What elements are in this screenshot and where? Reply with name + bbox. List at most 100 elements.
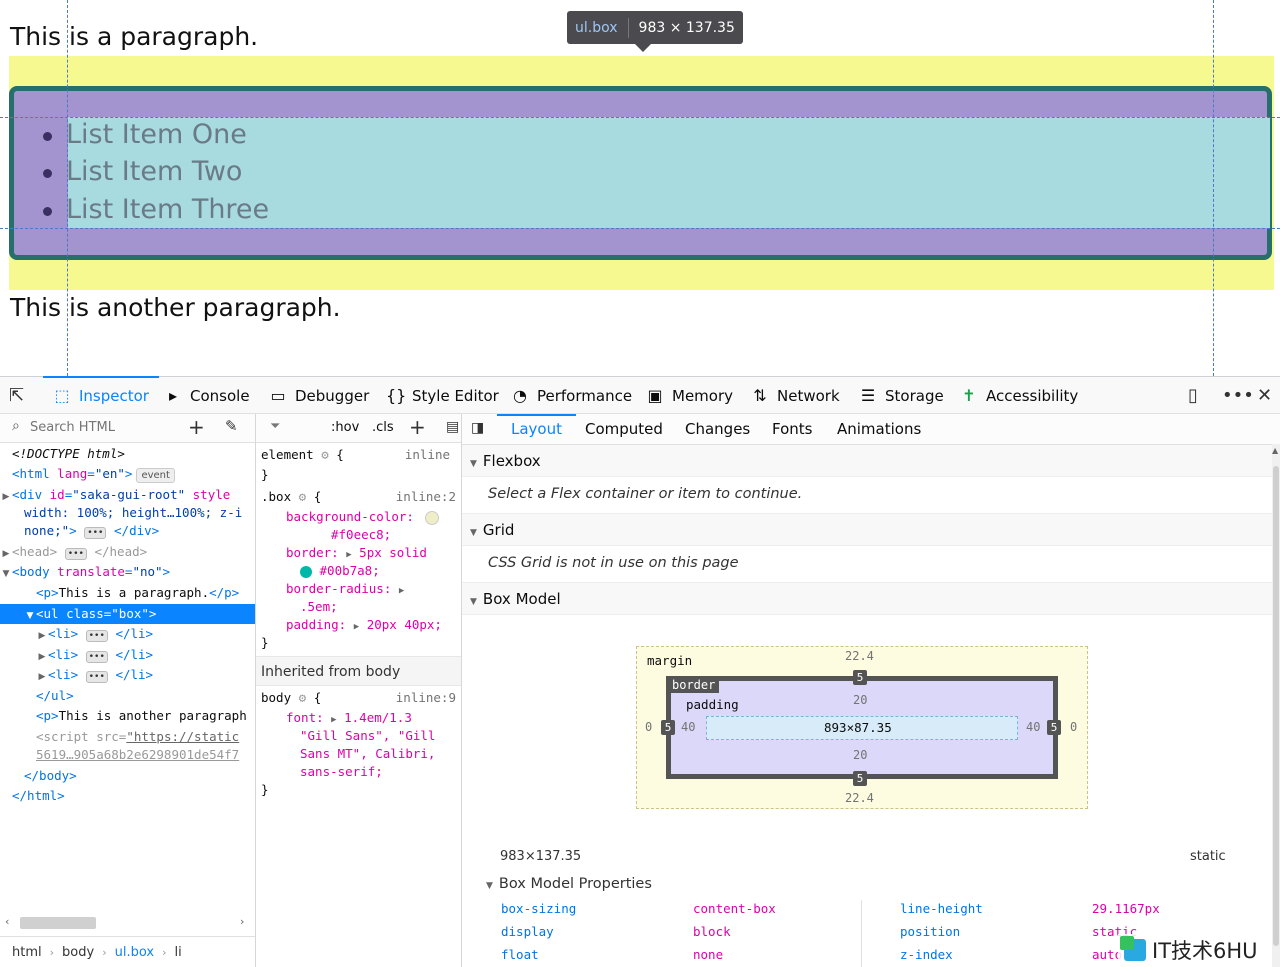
- property-value[interactable]: 20px 40px;: [367, 617, 442, 632]
- rule-box[interactable]: .box ⚙ { inline:2: [261, 488, 456, 506]
- responsive-design-icon[interactable]: ▯: [1188, 377, 1198, 414]
- tab-console[interactable]: ▸ Console: [164, 377, 250, 414]
- margin-right-value[interactable]: 0: [1070, 720, 1077, 734]
- boxmodel-section-header[interactable]: ▼ Box Model: [462, 583, 1272, 615]
- decl-padding[interactable]: padding: ▶ 20px 40px;: [286, 616, 442, 634]
- padding-bottom-value[interactable]: 20: [853, 748, 867, 762]
- scroll-right-icon[interactable]: ›: [240, 915, 244, 928]
- tab-style-editor[interactable]: {} Style Editor: [386, 377, 499, 414]
- tab-animations[interactable]: Animations: [837, 414, 921, 444]
- expand-triangle-icon[interactable]: ▶: [331, 715, 336, 725]
- color-swatch[interactable]: [425, 510, 440, 525]
- scroll-left-icon[interactable]: ‹: [5, 915, 9, 928]
- decl-border-radius[interactable]: border-radius: ▶: [286, 580, 404, 598]
- more-options-icon[interactable]: •••: [1222, 377, 1254, 414]
- border-right-value[interactable]: 5: [1047, 720, 1061, 735]
- prop-value[interactable]: block: [693, 924, 731, 939]
- tab-storage[interactable]: ☰ Storage: [859, 377, 944, 414]
- gear-icon[interactable]: ⚙: [321, 447, 329, 462]
- list-item-two[interactable]: List Item Two: [66, 156, 242, 187]
- markup-line-ul-close[interactable]: </ul>: [0, 686, 255, 706]
- margin-left-value[interactable]: 0: [645, 720, 652, 734]
- tab-inspector[interactable]: ⬚ Inspector: [43, 376, 159, 414]
- scrollbar-thumb[interactable]: [1273, 466, 1279, 946]
- breadcrumb-body[interactable]: body: [62, 945, 94, 960]
- property-value[interactable]: sans-serif;: [300, 764, 383, 779]
- breadcrumb-ul-box[interactable]: ul.box: [115, 945, 154, 960]
- element-picker-icon[interactable]: ⇱: [9, 377, 24, 414]
- property-value[interactable]: #f0eec8;: [331, 527, 391, 542]
- add-rule-icon[interactable]: +: [409, 415, 426, 439]
- margin-top-value[interactable]: 22.4: [845, 649, 874, 663]
- property-value[interactable]: "Gill Sans", "Gill: [300, 728, 435, 743]
- padding-right-value[interactable]: 40: [1026, 720, 1040, 734]
- gear-icon[interactable]: ⚙: [299, 489, 307, 504]
- box-model-properties-header[interactable]: ▼ Box Model Properties: [486, 876, 652, 892]
- gear-icon[interactable]: ⚙: [299, 690, 307, 705]
- decl-border[interactable]: border: ▶ 5px solid: [286, 544, 427, 562]
- markup-line-html[interactable]: <html lang="en"> event: [0, 464, 255, 484]
- scrollbar-thumb[interactable]: [20, 917, 96, 929]
- markup-line-li[interactable]: ▶ <li> ••• </li>: [0, 645, 255, 665]
- grid-section-header[interactable]: ▼ Grid: [462, 514, 1272, 546]
- content-size[interactable]: 893×87.35: [824, 720, 892, 735]
- markup-line-body[interactable]: ▼ <body translate="no">: [0, 562, 255, 582]
- decl-background-color[interactable]: background-color:: [286, 508, 440, 526]
- add-node-icon[interactable]: +: [188, 415, 205, 439]
- property-value[interactable]: Sans MT", Calibri,: [300, 746, 435, 761]
- scroll-up-icon[interactable]: ▲: [1272, 446, 1278, 455]
- close-icon[interactable]: ✕: [1257, 377, 1272, 414]
- border-left-value[interactable]: 5: [661, 720, 675, 735]
- list-item-three[interactable]: List Item Three: [66, 194, 269, 225]
- property-value[interactable]: 1.4em/1.3: [344, 710, 412, 725]
- expand-triangle-icon[interactable]: ▶: [346, 550, 351, 560]
- tab-performance[interactable]: ◔ Performance: [511, 377, 632, 414]
- rule-source[interactable]: inline: [405, 446, 450, 464]
- markup-line-p1[interactable]: <p>This is a paragraph.</p>: [0, 583, 255, 603]
- prop-value[interactable]: none: [693, 947, 723, 962]
- property-value[interactable]: #00b7a8;: [320, 563, 380, 578]
- flexbox-section-header[interactable]: ▼ Flexbox: [462, 445, 1272, 477]
- margin-bottom-value[interactable]: 22.4: [845, 791, 874, 805]
- toggle-sidebar-icon[interactable]: ◨: [471, 420, 484, 436]
- markup-line-head[interactable]: ▶ <head> ••• </head>: [0, 542, 255, 562]
- search-html-input[interactable]: [30, 417, 170, 437]
- rule-source[interactable]: inline:9: [396, 689, 456, 707]
- tab-layout[interactable]: Layout: [497, 414, 576, 444]
- markup-line-script[interactable]: <script src="https://static: [0, 727, 255, 747]
- tab-debugger[interactable]: ▭ Debugger: [269, 377, 369, 414]
- border-top-value[interactable]: 5: [853, 670, 867, 685]
- prop-value[interactable]: 29.1167px: [1092, 901, 1160, 916]
- markup-line-li[interactable]: ▶ <li> ••• </li>: [0, 665, 255, 685]
- list-item-one[interactable]: List Item One: [66, 119, 247, 150]
- breadcrumb-html[interactable]: html: [12, 945, 42, 960]
- tab-fonts[interactable]: Fonts: [772, 414, 812, 444]
- property-value[interactable]: 5px solid: [359, 545, 427, 560]
- decl-font[interactable]: font: ▶ 1.4em/1.3: [286, 709, 412, 727]
- markup-line-div-root[interactable]: ▶ <div id="saka-gui-root" style: [0, 485, 255, 505]
- tab-memory[interactable]: ▣ Memory: [646, 377, 733, 414]
- markup-line-html-close[interactable]: </html>: [0, 786, 255, 806]
- hov-toggle[interactable]: :hov: [331, 420, 359, 435]
- property-value[interactable]: .5em;: [300, 599, 338, 614]
- rule-source[interactable]: inline:2: [396, 488, 456, 506]
- print-simulation-icon[interactable]: ▤: [446, 419, 459, 435]
- border-bottom-value[interactable]: 5: [853, 771, 867, 786]
- rule-body[interactable]: body ⚙ { inline:9: [261, 689, 456, 707]
- tab-network[interactable]: ⇅ Network: [751, 377, 839, 414]
- filter-icon[interactable]: ⏷: [270, 419, 280, 434]
- padding-top-value[interactable]: 20: [853, 693, 867, 707]
- markup-horizontal-scrollbar[interactable]: ‹ ›: [0, 912, 255, 934]
- markup-line-p2[interactable]: <p>This is another paragraph: [0, 706, 255, 726]
- markup-line-ul-selected[interactable]: ▼ <ul class="box">: [0, 604, 255, 624]
- cls-toggle[interactable]: .cls: [372, 420, 394, 435]
- breadcrumb-li[interactable]: li: [174, 945, 181, 960]
- expand-triangle-icon[interactable]: ▶: [399, 586, 404, 596]
- expand-triangle-icon[interactable]: ▶: [354, 622, 359, 632]
- tab-changes[interactable]: Changes: [685, 414, 750, 444]
- markup-line-doctype[interactable]: <!DOCTYPE html>: [0, 444, 255, 464]
- event-badge[interactable]: event: [136, 468, 175, 483]
- padding-left-value[interactable]: 40: [681, 720, 695, 734]
- prop-value[interactable]: content-box: [693, 901, 776, 916]
- tab-computed[interactable]: Computed: [585, 414, 663, 444]
